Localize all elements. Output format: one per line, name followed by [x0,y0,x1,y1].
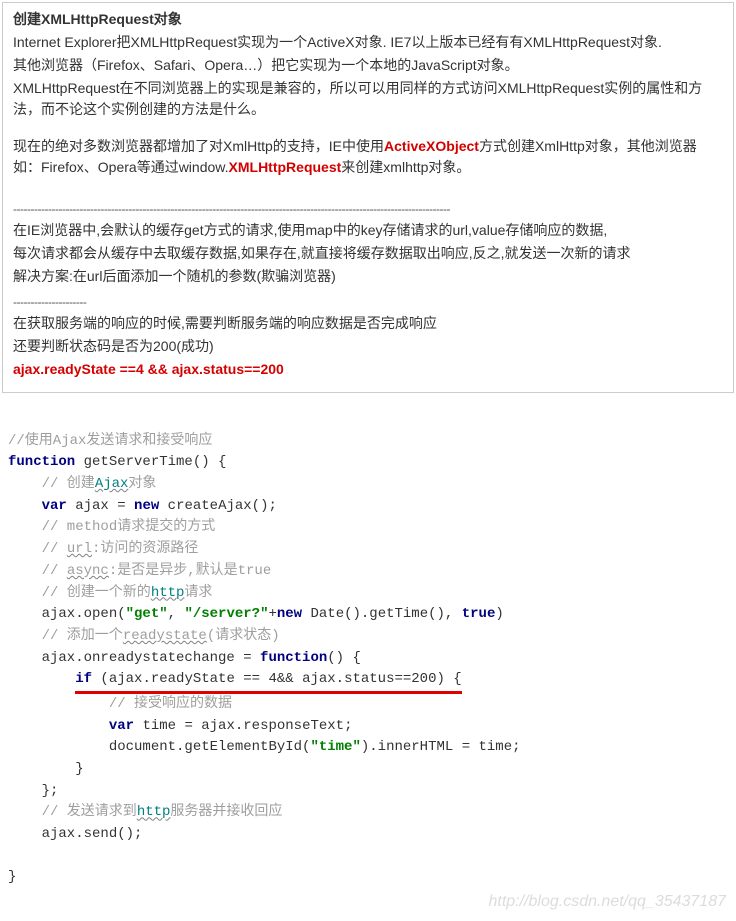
code-comment: // async:是否是异步,默认是true [8,563,271,579]
article-p5: 在IE浏览器中,会默认的缓存get方式的请求,使用map中的key存储请求的ur… [13,220,723,241]
article-p4: 现在的绝对多数浏览器都增加了对XmlHttp的支持，IE中使用ActiveXOb… [13,136,723,178]
article-p7: 解决方案:在url后面添加一个随机的参数(欺骗浏览器) [13,266,723,287]
string-literal: "/server?" [184,606,268,622]
article-p6: 每次请求都会从缓存中去取缓存数据,如果存在,就直接将缓存数据取出响应,反之,就发… [13,243,723,264]
watermark-text: http://blog.csdn.net/qq_35437187 [488,890,726,915]
ready-state-condition: ajax.readyState ==4 && ajax.status==200 [13,359,723,380]
string-literal: "get" [126,606,168,622]
keyword-var: var [109,718,134,734]
article-p3: XMLHttpRequest在不同浏览器上的实现是兼容的，所以可以用同样的方式访… [13,78,723,120]
article-p2: 其他浏览器（Firefox、Safari、Opera…）把它实现为一个本地的Ja… [13,55,723,76]
code-comment: // 发送请求到http服务器并接收回应 [8,804,282,820]
xmlhttprequest-keyword: XMLHttpRequest [229,159,342,175]
highlighted-condition: if (ajax.readyState == 4&& ajax.status==… [75,669,461,694]
article-p9: 还要判断状态码是否为200(成功) [13,336,723,357]
code-comment: // method请求提交的方式 [8,519,215,535]
code-comment: //使用Ajax发送请求和接受响应 [8,433,212,449]
code-comment: // 添加一个readystate(请求状态) [8,628,280,644]
keyword-true: true [462,606,496,622]
string-literal: "time" [310,739,360,755]
code-comment: // 创建一个新的http请求 [8,585,212,601]
separator-line: ----------------------------------------… [13,200,723,218]
code-block: //使用Ajax发送请求和接受响应 function getServerTime… [0,395,736,921]
article-p1: Internet Explorer把XMLHttpRequest实现为一个Act… [13,32,723,53]
code-comment: // url:访问的资源路径 [8,541,198,557]
activex-keyword: ActiveXObject [384,138,479,154]
explanation-box: 创建XMLHttpRequest对象 Internet Explorer把XML… [2,2,734,393]
keyword-var: var [42,498,67,514]
keyword-function: function [260,650,327,666]
keyword-function: function [8,454,75,470]
keyword-new: new [277,606,302,622]
article-title: 创建XMLHttpRequest对象 [13,9,723,30]
keyword-new: new [134,498,159,514]
separator-short: --------------------- [13,293,723,311]
code-comment: // 接受响应的数据 [8,696,232,712]
article-p8: 在获取服务端的响应的时候,需要判断服务端的响应数据是否完成响应 [13,313,723,334]
code-comment: // 创建Ajax对象 [8,476,156,492]
